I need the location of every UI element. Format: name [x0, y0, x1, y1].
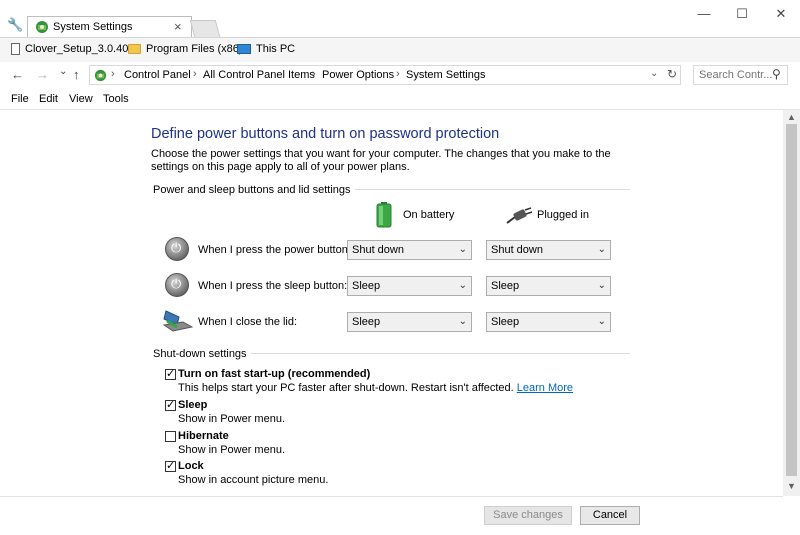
search-box: ⚲ — [693, 65, 788, 85]
title-bar: 🔧 System Settings × — ☐ ✕ — [0, 0, 800, 37]
section-title-power-buttons: Power and sleep buttons and lid settings — [153, 184, 355, 196]
row-label-sleep-button: When I press the sleep button: — [198, 280, 348, 292]
close-lid-plugged-select[interactable]: Sleep ⌄ — [486, 312, 611, 332]
fast-startup-label: Turn on fast start-up (recommended) — [178, 368, 371, 380]
section-title-shutdown: Shut-down settings — [153, 348, 251, 360]
address-dropdown-icon[interactable]: ⌄ — [650, 68, 658, 79]
sleep-button-battery-select[interactable]: Sleep ⌄ — [347, 276, 472, 296]
power-button-icon — [165, 237, 189, 261]
sleep-option-description: Show in Power menu. — [178, 413, 285, 425]
sleep-checkbox[interactable] — [165, 398, 176, 411]
select-value: Shut down — [491, 244, 543, 256]
tab-title: System Settings — [53, 21, 133, 33]
maximize-icon[interactable]: ☐ — [732, 6, 752, 22]
search-input[interactable] — [694, 66, 775, 84]
content-area: Define power buttons and turn on passwor… — [0, 110, 783, 496]
sleep-button-plugged-select[interactable]: Sleep ⌄ — [486, 276, 611, 296]
footer-bar: Save changes Cancel — [0, 496, 783, 535]
breadcrumb-separator: › — [312, 68, 316, 80]
chevron-down-icon: ⌄ — [597, 244, 606, 255]
lock-checkbox[interactable] — [165, 459, 176, 472]
refresh-icon[interactable]: ↻ — [667, 67, 677, 81]
settings-wrench-icon[interactable]: 🔧 — [7, 17, 23, 33]
menu-edit[interactable]: Edit — [39, 93, 58, 105]
chevron-down-icon: ⌄ — [458, 316, 467, 327]
folder-icon — [128, 44, 141, 54]
back-arrow-icon[interactable]: ← — [11, 67, 24, 82]
power-plug-icon — [506, 207, 533, 224]
close-icon[interactable]: ✕ — [771, 6, 791, 22]
page-title: Define power buttons and turn on passwor… — [151, 126, 500, 142]
scroll-up-icon[interactable]: ▲ — [787, 112, 796, 122]
chevron-down-icon: ⌄ — [458, 280, 467, 291]
learn-more-link[interactable]: Learn More — [517, 382, 573, 394]
select-value: Sleep — [352, 316, 381, 328]
menu-tools[interactable]: Tools — [103, 93, 129, 105]
column-plugged-in: Plugged in — [537, 209, 589, 221]
chevron-down-icon: ⌄ — [597, 316, 606, 327]
favorite-clover-setup[interactable]: Clover_Setup_3.0.406 — [11, 43, 134, 55]
fast-startup-description: This helps start your PC faster after sh… — [178, 382, 574, 394]
control-panel-icon — [36, 21, 48, 33]
vertical-scrollbar[interactable]: ▲ ▼ — [783, 110, 800, 496]
breadcrumb-separator: › — [111, 68, 115, 80]
battery-icon — [376, 202, 392, 228]
favorites-bar: Clover_Setup_3.0.406 Program Files (x86)… — [0, 37, 800, 62]
page-description: Choose the power settings that you want … — [151, 148, 611, 173]
row-label-power-button: When I press the power button: — [198, 244, 351, 256]
column-on-battery: On battery — [403, 209, 455, 221]
tab-close-icon[interactable]: × — [174, 19, 182, 34]
cancel-button[interactable]: Cancel — [580, 506, 640, 525]
breadcrumb-separator: › — [396, 68, 400, 80]
favorite-label: Clover_Setup_3.0.406 — [25, 43, 135, 55]
select-value: Sleep — [491, 316, 520, 328]
select-value: Shut down — [352, 244, 404, 256]
search-icon[interactable]: ⚲ — [772, 67, 781, 81]
chevron-down-icon: ⌄ — [458, 244, 467, 255]
power-button-plugged-select[interactable]: Shut down ⌄ — [486, 240, 611, 260]
close-lid-battery-select[interactable]: Sleep ⌄ — [347, 312, 472, 332]
minimize-icon[interactable]: — — [694, 6, 714, 21]
hibernate-option-label: Hibernate — [178, 430, 229, 442]
favorite-this-pc[interactable]: This PC — [237, 43, 295, 55]
select-value: Sleep — [491, 280, 520, 292]
breadcrumb-control-panel[interactable]: Control Panel — [124, 69, 191, 81]
hibernate-checkbox[interactable] — [165, 431, 176, 442]
control-panel-icon — [94, 69, 107, 82]
favorite-program-files[interactable]: Program Files (x86) — [128, 43, 243, 55]
recent-locations-icon[interactable]: ⌄ — [59, 66, 67, 77]
new-tab-button[interactable] — [189, 20, 221, 37]
sleep-button-icon — [165, 273, 189, 297]
favorite-label: Program Files (x86) — [146, 43, 243, 55]
lock-option-label: Lock — [178, 460, 204, 472]
breadcrumb-separator: › — [193, 68, 197, 80]
menu-view[interactable]: View — [69, 93, 93, 105]
computer-icon — [237, 44, 251, 54]
fast-startup-checkbox[interactable] — [165, 367, 176, 380]
forward-arrow-icon[interactable]: → — [36, 67, 49, 82]
tab-system-settings[interactable]: System Settings × — [27, 16, 192, 37]
hibernate-option-description: Show in Power menu. — [178, 444, 285, 456]
navigation-bar: ← → ⌄ ↑ › Control Panel › All Control Pa… — [0, 62, 800, 89]
breadcrumb-power-options[interactable]: Power Options — [322, 69, 394, 81]
file-icon — [11, 43, 20, 55]
save-changes-button[interactable]: Save changes — [484, 506, 572, 525]
select-value: Sleep — [352, 280, 381, 292]
breadcrumb-system-settings[interactable]: System Settings — [406, 69, 485, 81]
up-arrow-icon[interactable]: ↑ — [73, 67, 80, 82]
lock-option-description: Show in account picture menu. — [178, 474, 329, 486]
breadcrumb-all-items[interactable]: All Control Panel Items — [203, 69, 315, 81]
row-label-close-lid: When I close the lid: — [198, 316, 298, 328]
scrollbar-thumb[interactable] — [786, 124, 797, 476]
menu-bar: File Edit View Tools — [0, 89, 800, 110]
favorite-label: This PC — [256, 43, 296, 55]
sleep-option-label: Sleep — [178, 399, 208, 411]
address-bar[interactable]: › Control Panel › All Control Panel Item… — [89, 65, 681, 85]
power-button-battery-select[interactable]: Shut down ⌄ — [347, 240, 472, 260]
chevron-down-icon: ⌄ — [597, 280, 606, 291]
scroll-down-icon[interactable]: ▼ — [787, 481, 796, 491]
menu-file[interactable]: File — [11, 93, 29, 105]
laptop-lid-icon — [163, 310, 193, 332]
